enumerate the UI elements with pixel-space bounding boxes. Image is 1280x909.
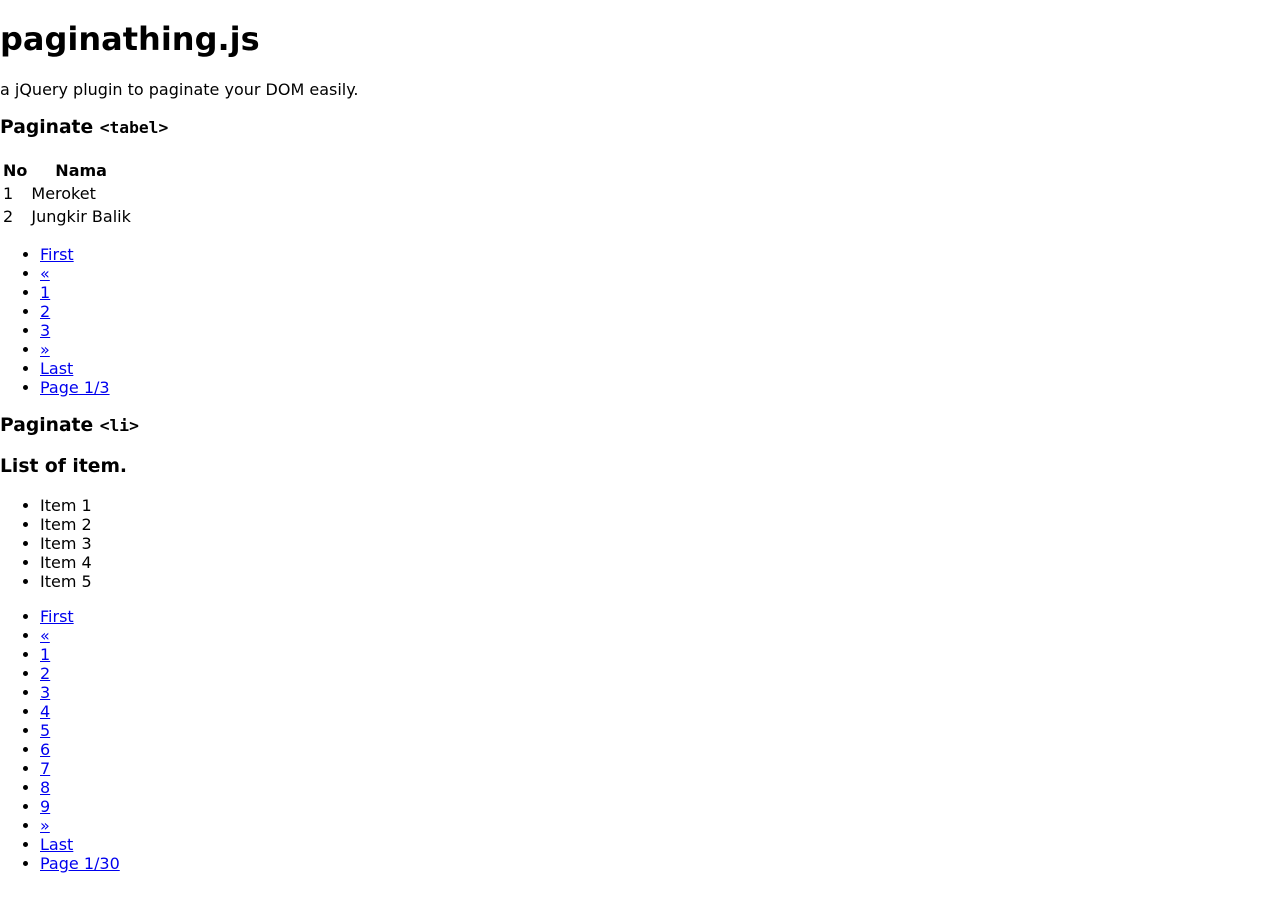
- section-heading-table-text: Paginate: [0, 117, 94, 139]
- table-cell-no: 1: [3, 183, 14, 203]
- pagination-page-8[interactable]: 8: [40, 778, 50, 797]
- pagination-status[interactable]: Page 1/3: [40, 378, 110, 397]
- pagination-status[interactable]: Page 1/30: [40, 854, 120, 873]
- pagination-page-1-item[interactable]: 1: [40, 283, 1280, 302]
- section-subheading-list: List of item.: [0, 455, 128, 477]
- data-table: No Nama 1 Meroket 2 Jungkir Balik: [0, 158, 134, 229]
- pagination-page-6[interactable]: 6: [40, 740, 50, 759]
- pagination-page-2-item[interactable]: 2: [40, 664, 1280, 683]
- pagination-prev[interactable]: «: [40, 626, 50, 645]
- item-list: Item 1Item 2Item 3Item 4Item 5: [0, 496, 1280, 591]
- section-heading-table: Paginate <tabel>: [0, 117, 1280, 139]
- pagination-page-1-item[interactable]: 1: [40, 645, 1280, 664]
- pagination-page-5[interactable]: 5: [40, 721, 50, 740]
- pagination-page-4-item[interactable]: 4: [40, 702, 1280, 721]
- pagination-page-3-item[interactable]: 3: [40, 321, 1280, 340]
- pagination-status-item[interactable]: Page 1/3: [40, 378, 1280, 397]
- pagination-next[interactable]: »: [40, 816, 50, 835]
- page-title: paginathing.js: [0, 20, 260, 59]
- pagination-page-3-item[interactable]: 3: [40, 683, 1280, 702]
- pagination-page-2-item[interactable]: 2: [40, 302, 1280, 321]
- pagination-last-item[interactable]: Last: [40, 835, 1280, 854]
- pagination-page-1[interactable]: 1: [40, 645, 50, 664]
- pagination-next-item[interactable]: »: [40, 816, 1280, 835]
- pagination-status-item[interactable]: Page 1/30: [40, 854, 1280, 873]
- pagination-last-item[interactable]: Last: [40, 359, 1280, 378]
- pagination-page-9[interactable]: 9: [40, 797, 50, 816]
- pagination-next-item[interactable]: »: [40, 340, 1280, 359]
- pagination-first-item[interactable]: First: [40, 607, 1280, 626]
- pagination-list[interactable]: First«123456789»LastPage 1/30: [0, 607, 1280, 873]
- table-row: 1 Meroket: [2, 183, 132, 204]
- pagination-next[interactable]: »: [40, 340, 50, 359]
- pagination-first[interactable]: First: [40, 607, 74, 626]
- list-item: Item 2: [40, 515, 1280, 534]
- section-heading-list: Paginate <li>: [0, 415, 1280, 437]
- section-heading-list-code: <li>: [99, 416, 139, 436]
- pagination-prev[interactable]: «: [40, 264, 50, 283]
- pagination-page-6-item[interactable]: 6: [40, 740, 1280, 759]
- table-header-row: No Nama: [2, 160, 132, 181]
- pagination-first-item[interactable]: First: [40, 245, 1280, 264]
- table-cell-nama: Jungkir Balik: [31, 206, 131, 226]
- pagination-page-9-item[interactable]: 9: [40, 797, 1280, 816]
- pagination-page-7[interactable]: 7: [40, 759, 50, 778]
- list-item: Item 3: [40, 534, 1280, 553]
- pagination-prev-item[interactable]: «: [40, 264, 1280, 283]
- table-cell-no: 2: [3, 206, 14, 226]
- data-table-head: No Nama: [2, 160, 132, 181]
- table-column-header-nama: Nama: [55, 160, 107, 180]
- pagination-page-3[interactable]: 3: [40, 683, 50, 702]
- pagination-prev-item[interactable]: «: [40, 626, 1280, 645]
- pagination-page-2[interactable]: 2: [40, 664, 50, 683]
- pagination-page-1[interactable]: 1: [40, 283, 50, 302]
- pagination-first[interactable]: First: [40, 245, 74, 264]
- table-cell-nama: Meroket: [31, 183, 96, 203]
- section-heading-list-text: Paginate: [0, 415, 94, 437]
- pagination-page-4[interactable]: 4: [40, 702, 50, 721]
- page-tagline: a jQuery plugin to paginate your DOM eas…: [0, 79, 359, 99]
- section-heading-table-code: <tabel>: [99, 118, 169, 138]
- pagination-page-5-item[interactable]: 5: [40, 721, 1280, 740]
- pagination-page-2[interactable]: 2: [40, 302, 50, 321]
- pagination-page-3[interactable]: 3: [40, 321, 50, 340]
- pagination-last[interactable]: Last: [40, 359, 73, 378]
- pagination-table[interactable]: First«123»LastPage 1/3: [0, 245, 1280, 397]
- list-item: Item 5: [40, 572, 1280, 591]
- list-item: Item 1: [40, 496, 1280, 515]
- pagination-page-7-item[interactable]: 7: [40, 759, 1280, 778]
- table-column-header-no: No: [3, 160, 28, 180]
- table-row: 2 Jungkir Balik: [2, 206, 132, 227]
- pagination-last[interactable]: Last: [40, 835, 73, 854]
- list-item: Item 4: [40, 553, 1280, 572]
- pagination-page-8-item[interactable]: 8: [40, 778, 1280, 797]
- data-table-body: 1 Meroket 2 Jungkir Balik: [2, 183, 132, 227]
